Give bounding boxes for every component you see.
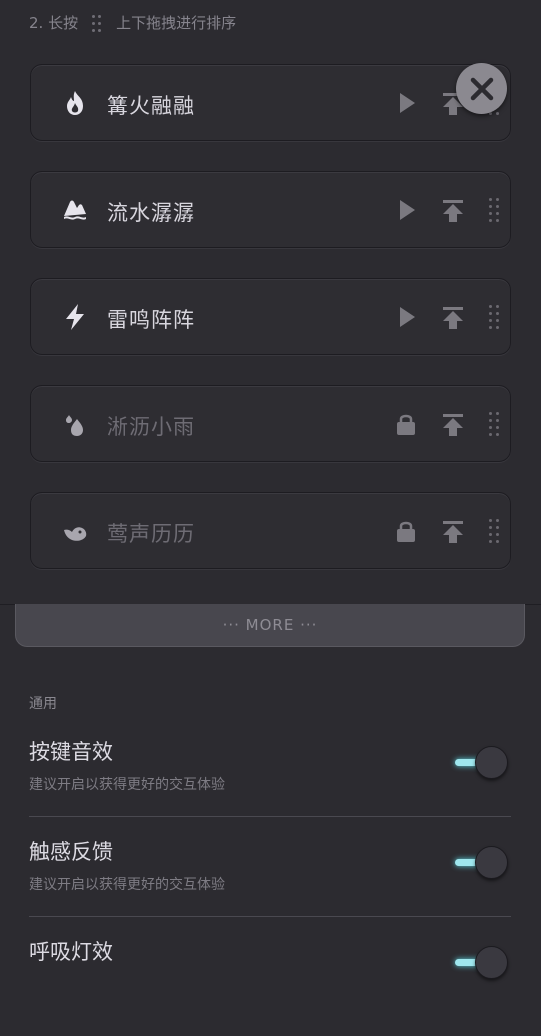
- close-button[interactable]: [456, 63, 507, 114]
- sound-card-campfire[interactable]: 篝火融融: [30, 64, 511, 141]
- sound-label: 流水潺潺: [107, 201, 195, 225]
- play-icon[interactable]: [400, 93, 415, 113]
- hint-step: 2. 长按: [29, 14, 79, 32]
- sound-label: 雷鸣阵阵: [107, 308, 195, 332]
- move-to-top-icon[interactable]: [442, 413, 464, 437]
- setting-breathing-light: 呼吸灯效: [29, 936, 511, 1036]
- setting-haptic: 触感反馈 建议开启以获得更好的交互体验: [29, 836, 511, 936]
- play-icon[interactable]: [400, 200, 415, 220]
- drag-handle-icon[interactable]: [489, 412, 501, 436]
- lightning-icon: [66, 304, 84, 330]
- sound-label: 篝火融融: [107, 94, 195, 118]
- haptic-toggle[interactable]: [455, 846, 511, 880]
- section-title: 通用: [29, 696, 57, 712]
- close-icon: [470, 77, 493, 100]
- sound-card-bird[interactable]: 莺声历历: [30, 492, 511, 569]
- play-icon[interactable]: [400, 307, 415, 327]
- move-to-top-icon[interactable]: [442, 199, 464, 223]
- water-icon: [64, 200, 86, 220]
- fire-icon: [67, 91, 83, 115]
- divider: [29, 816, 511, 817]
- drag-handle-icon: [92, 13, 102, 33]
- drag-handle-icon[interactable]: [489, 198, 501, 222]
- divider: [29, 916, 511, 917]
- more-button[interactable]: ··· MORE ···: [15, 604, 525, 647]
- sound-card-rain[interactable]: 淅沥小雨: [30, 385, 511, 462]
- toggle-knob: [475, 946, 508, 979]
- toggle-knob: [475, 746, 508, 779]
- bird-icon: [64, 527, 87, 541]
- more-label: ··· MORE ···: [222, 616, 318, 634]
- move-to-top-icon[interactable]: [442, 306, 464, 330]
- setting-subtitle: 建议开启以获得更好的交互体验: [29, 777, 225, 793]
- lock-icon: [397, 414, 415, 435]
- breathing-light-toggle[interactable]: [455, 946, 511, 980]
- drag-handle-icon[interactable]: [489, 519, 501, 543]
- setting-subtitle: 建议开启以获得更好的交互体验: [29, 877, 225, 893]
- setting-title: 按键音效: [29, 740, 113, 764]
- toggle-knob: [475, 846, 508, 879]
- drag-handle-icon[interactable]: [489, 305, 501, 329]
- key-sound-toggle[interactable]: [455, 746, 511, 780]
- rain-icon: [66, 415, 83, 436]
- sort-hint: 2. 长按 上下拖拽进行排序: [29, 12, 236, 33]
- sound-label: 淅沥小雨: [107, 415, 195, 439]
- lock-icon: [397, 521, 415, 542]
- setting-title: 触感反馈: [29, 840, 113, 864]
- move-to-top-icon[interactable]: [442, 520, 464, 544]
- sound-card-thunder[interactable]: 雷鸣阵阵: [30, 278, 511, 355]
- setting-key-sound: 按键音效 建议开启以获得更好的交互体验: [29, 736, 511, 836]
- sound-card-water[interactable]: 流水潺潺: [30, 171, 511, 248]
- sound-label: 莺声历历: [107, 522, 195, 546]
- hint-text: 上下拖拽进行排序: [116, 14, 237, 32]
